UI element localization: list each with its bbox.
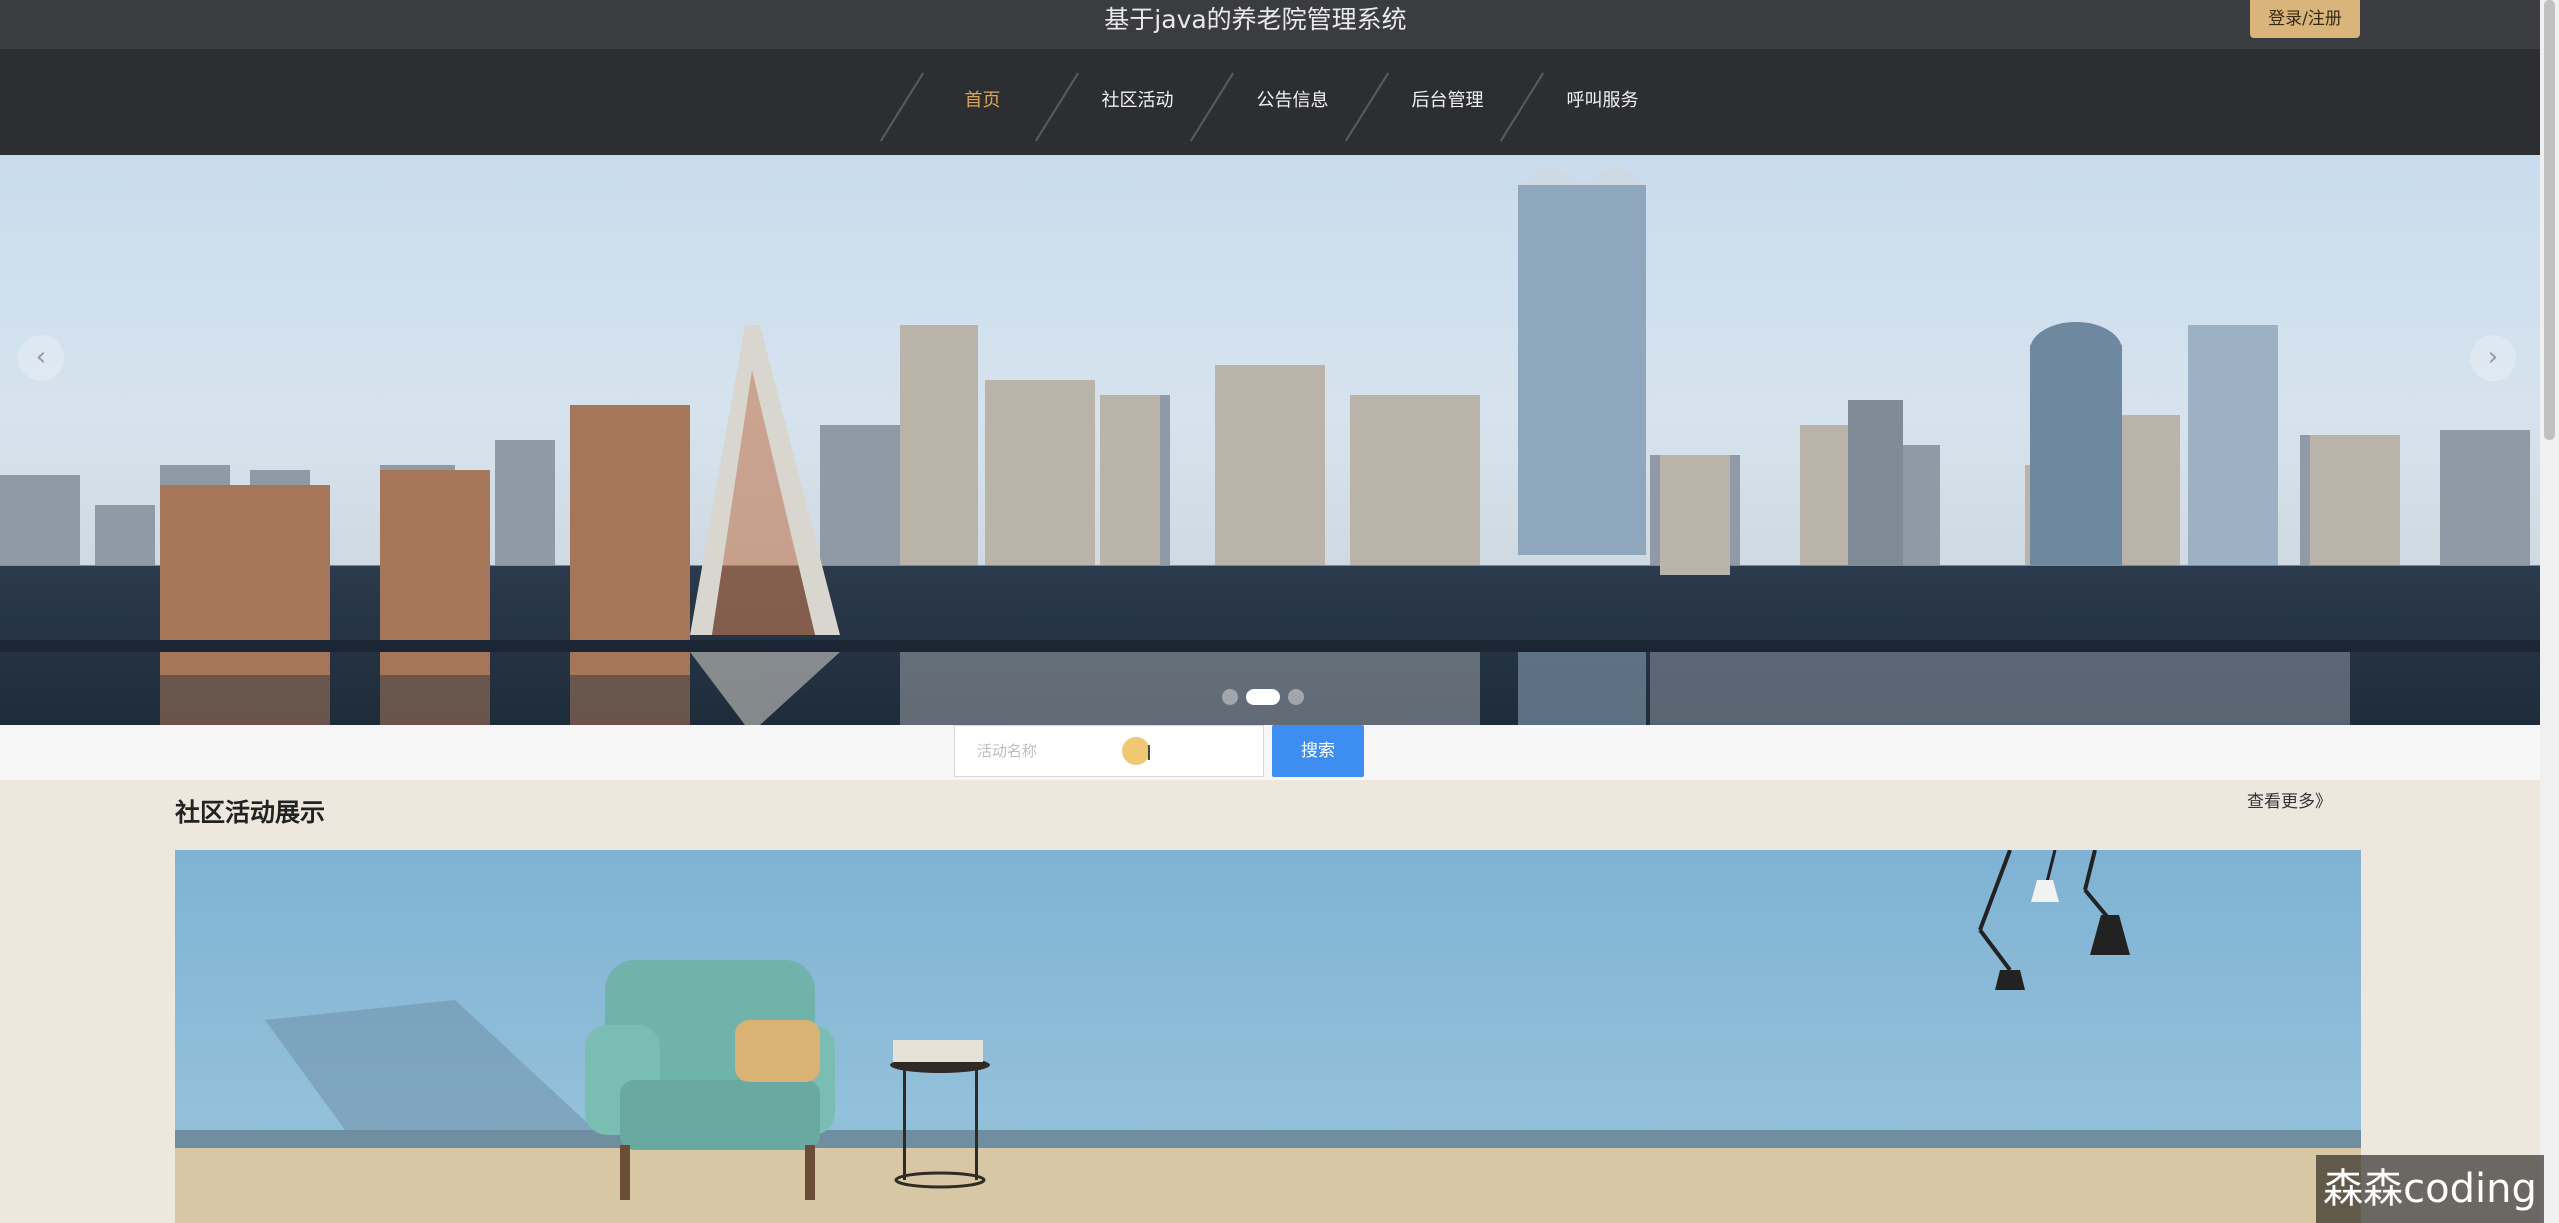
city-skyline-image [0, 163, 2540, 725]
view-more-link[interactable]: 查看更多》 [2247, 787, 2332, 812]
carousel-dot-active[interactable] [1246, 689, 1280, 705]
scrollbar-thumb[interactable] [2544, 0, 2555, 440]
living-room-illustration [175, 850, 2361, 1223]
carousel-dot[interactable] [1288, 689, 1304, 705]
nav-divider [879, 72, 925, 142]
carousel-prev-button[interactable]: ‹ [18, 335, 64, 381]
nav-item-call-service[interactable]: 呼叫服务 [1499, 49, 1680, 155]
nav-item-label: 社区活动 [1101, 90, 1174, 111]
activity-image[interactable] [175, 850, 2361, 1223]
carousel-indicators [1222, 689, 1304, 705]
banner-carousel: ‹ › [0, 155, 2540, 725]
nav-item-label: 呼叫服务 [1566, 90, 1639, 111]
search-bar: I 搜索 [0, 725, 2540, 780]
nav-item-label: 首页 [964, 90, 1001, 111]
nav-list: 首页 社区活动 公告信息 后台管理 呼叫服务 [879, 49, 1680, 155]
page-scrollbar[interactable] [2540, 0, 2559, 1223]
nav-item-label: 后台管理 [1411, 90, 1484, 111]
top-bar: 基于java的养老院管理系统 登录/注册 [0, 0, 2540, 49]
chevron-left-icon: ‹ [35, 342, 47, 372]
main-nav: 首页 社区活动 公告信息 后台管理 呼叫服务 [0, 49, 2540, 155]
nav-item-label: 公告信息 [1256, 90, 1329, 111]
text-cursor-icon: I [1146, 741, 1152, 765]
login-register-button[interactable]: 登录/注册 [2250, 0, 2360, 38]
section-title: 社区活动展示 [175, 798, 326, 827]
site-title: 基于java的养老院管理系统 [1104, 5, 1407, 34]
chevron-right-icon: › [2487, 342, 2499, 372]
activity-search-input[interactable] [954, 725, 1264, 777]
search-button[interactable]: 搜索 [1272, 725, 1364, 777]
watermark: 森森coding [2316, 1155, 2544, 1223]
carousel-dot[interactable] [1222, 689, 1238, 705]
carousel-next-button[interactable]: › [2470, 335, 2516, 381]
